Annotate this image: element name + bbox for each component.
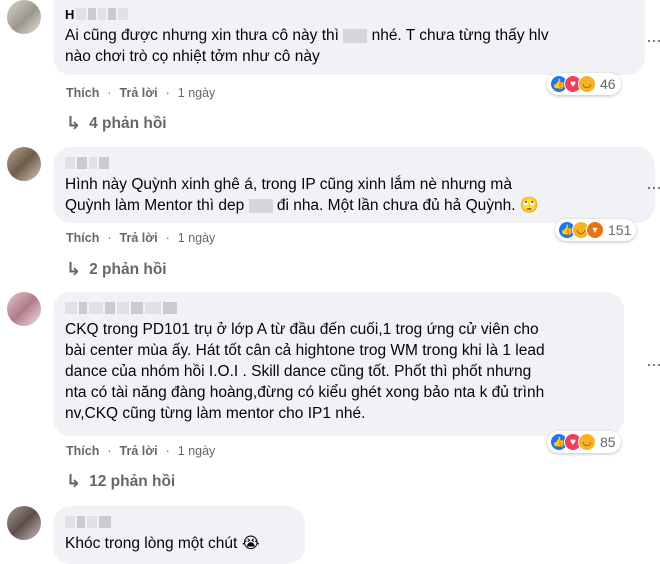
comment-bubble: CKQ trong PD101 trụ ở lớp A từ đầu đến c… (53, 292, 624, 436)
comment-text: Ai cũng được nhưng xin thưa cô này thì n… (65, 27, 549, 65)
timestamp[interactable]: 1 ngày (178, 86, 216, 100)
reply-arrow-icon: ↳ (66, 113, 82, 133)
timestamp[interactable]: 1 ngày (178, 231, 216, 245)
reply-button[interactable]: Trả lời (120, 444, 158, 458)
author-name[interactable] (65, 514, 293, 530)
reply-button[interactable]: Trả lời (120, 231, 158, 245)
reply-button[interactable]: Trả lời (120, 86, 158, 100)
more-options-icon[interactable]: ··· (646, 30, 660, 51)
reaction-count: 151 (608, 222, 632, 238)
more-options-icon[interactable]: ··· (646, 354, 660, 375)
avatar[interactable] (7, 506, 41, 540)
haha-icon: ◡ (578, 433, 596, 451)
like-button[interactable]: Thích (66, 86, 99, 100)
more-options-icon[interactable]: ··· (646, 177, 660, 198)
reaction-summary[interactable]: 👍 ♥ ◡ 85 (547, 431, 621, 453)
reaction-count: 46 (600, 76, 616, 92)
comment-actions: Thích · Trả lời · 1 ngày (66, 444, 216, 458)
comment-text: Khóc trong lòng một chút 😭 (65, 535, 260, 552)
comment-bubble: Khóc trong lòng một chút 😭 (53, 506, 305, 564)
avatar[interactable] (7, 292, 41, 326)
comment-text: CKQ trong PD101 trụ ở lớp A từ đầu đến c… (65, 321, 545, 422)
author-name[interactable]: H (65, 6, 633, 22)
like-button[interactable]: Thích (66, 231, 99, 245)
angry-icon: ▾ (586, 221, 604, 239)
timestamp[interactable]: 1 ngày (178, 444, 216, 458)
author-name[interactable] (65, 155, 643, 171)
avatar[interactable] (7, 147, 41, 181)
redacted-word (343, 28, 368, 43)
haha-icon: ◡ (578, 75, 596, 93)
reaction-summary[interactable]: 👍 ♥ ◡ 46 (547, 73, 621, 95)
reply-arrow-icon: ↳ (66, 471, 82, 491)
reaction-summary[interactable]: 👍 ◡ ▾ 151 (555, 219, 637, 241)
redacted-word (248, 198, 273, 213)
view-replies-button[interactable]: ↳ 2 phản hồi (66, 259, 167, 280)
reaction-count: 85 (600, 434, 616, 450)
view-replies-button[interactable]: ↳ 12 phản hồi (66, 471, 175, 492)
comment-bubble: H Ai cũng được nhưng xin thưa cô này thì… (53, 0, 645, 75)
comment-actions: Thích · Trả lời · 1 ngày (66, 231, 216, 245)
like-button[interactable]: Thích (66, 444, 99, 458)
comment-text: Hình này Quỳnh xinh ghê á, trong IP cũng… (65, 176, 540, 214)
author-name[interactable] (65, 300, 612, 316)
view-replies-button[interactable]: ↳ 4 phản hồi (66, 113, 167, 134)
comment-actions: Thích · Trả lời · 1 ngày (66, 86, 216, 100)
comment-bubble: Hình này Quỳnh xinh ghê á, trong IP cũng… (53, 147, 655, 223)
reply-arrow-icon: ↳ (66, 259, 82, 279)
avatar[interactable] (7, 0, 41, 34)
